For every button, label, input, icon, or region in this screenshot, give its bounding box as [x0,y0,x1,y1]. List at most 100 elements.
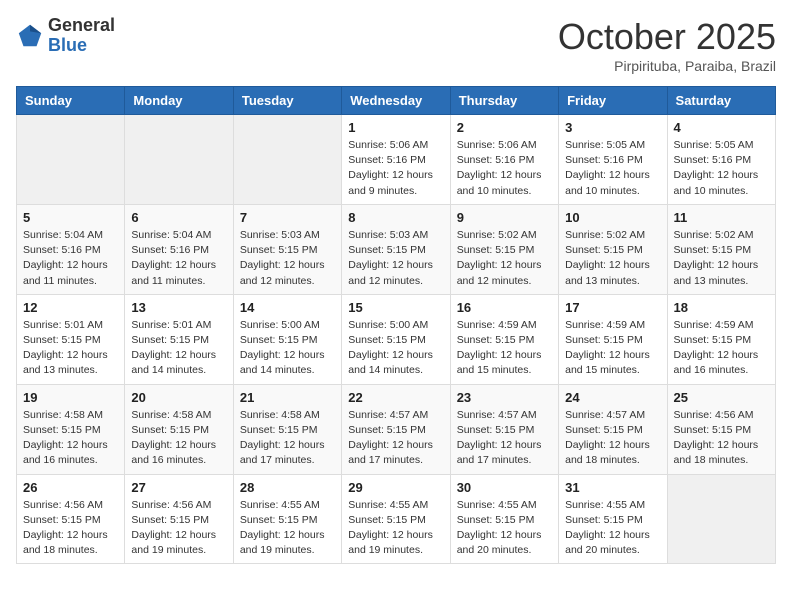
calendar-cell: 3 Sunrise: 5:05 AM Sunset: 5:16 PM Daylig… [559,115,667,205]
calendar-cell: 6 Sunrise: 5:04 AM Sunset: 5:16 PM Daylig… [125,204,233,294]
day-info: Sunrise: 4:59 AM Sunset: 5:15 PM Dayligh… [457,318,552,379]
day-number: 27 [131,480,226,495]
day-number: 5 [23,210,118,225]
day-number: 3 [565,120,660,135]
day-info: Sunrise: 4:57 AM Sunset: 5:15 PM Dayligh… [565,408,660,469]
day-number: 12 [23,300,118,315]
calendar-cell: 15Sunrise: 5:00 AM Sunset: 5:15 PM Dayli… [342,294,450,384]
weekday-header-friday: Friday [559,87,667,115]
calendar-cell: 27 Sunrise: 4:56 AM Sunset: 5:15 PM Dayli… [125,474,233,564]
day-number: 19 [23,390,118,405]
calendar-cell: 28 Sunrise: 4:55 AM Sunset: 5:15 PM Dayli… [233,474,341,564]
day-number: 2 [457,120,552,135]
day-number: 15 [348,300,443,315]
calendar-cell: 8 Sunrise: 5:03 AM Sunset: 5:15 PM Daylig… [342,204,450,294]
calendar-cell: 2 Sunrise: 5:06 AM Sunset: 5:16 PM Daylig… [450,115,558,205]
calendar-cell: 29Sunrise: 4:55 AM Sunset: 5:15 PM Dayli… [342,474,450,564]
calendar-cell: 31 Sunrise: 4:55 AM Sunset: 5:15 PM Dayli… [559,474,667,564]
weekday-header-monday: Monday [125,87,233,115]
weekday-header-wednesday: Wednesday [342,87,450,115]
day-number: 11 [674,210,769,225]
weekday-header-row: SundayMondayTuesdayWednesdayThursdayFrid… [17,87,776,115]
day-number: 24 [565,390,660,405]
day-info: Sunrise: 5:01 AM Sunset: 5:15 PM Dayligh… [131,318,226,379]
day-info: Sunrise: 4:59 AM Sunset: 5:15 PM Dayligh… [674,318,769,379]
day-number: 17 [565,300,660,315]
calendar-cell: 13 Sunrise: 5:01 AM Sunset: 5:15 PM Dayli… [125,294,233,384]
day-number: 6 [131,210,226,225]
day-number: 14 [240,300,335,315]
location-subtitle: Pirpirituba, Paraiba, Brazil [558,58,776,74]
calendar-cell [667,474,775,564]
calendar-cell: 30 Sunrise: 4:55 AM Sunset: 5:15 PM Dayli… [450,474,558,564]
calendar-cell: 24 Sunrise: 4:57 AM Sunset: 5:15 PM Dayli… [559,384,667,474]
day-number: 13 [131,300,226,315]
day-info: Sunrise: 5:06 AM Sunset: 5:16 PM Dayligh… [348,138,443,199]
calendar-cell: 22Sunrise: 4:57 AM Sunset: 5:15 PM Dayli… [342,384,450,474]
calendar-cell [233,115,341,205]
day-info: Sunrise: 5:03 AM Sunset: 5:15 PM Dayligh… [348,228,443,289]
page-header: General Blue October 2025 Pirpirituba, P… [16,16,776,74]
day-number: 4 [674,120,769,135]
day-number: 21 [240,390,335,405]
calendar-cell [17,115,125,205]
day-number: 23 [457,390,552,405]
day-number: 8 [348,210,443,225]
day-number: 25 [674,390,769,405]
day-info: Sunrise: 4:59 AM Sunset: 5:15 PM Dayligh… [565,318,660,379]
day-info: Sunrise: 4:55 AM Sunset: 5:15 PM Dayligh… [565,498,660,559]
calendar-cell: 26 Sunrise: 4:56 AM Sunset: 5:15 PM Dayli… [17,474,125,564]
day-number: 29 [348,480,443,495]
day-info: Sunrise: 4:58 AM Sunset: 5:15 PM Dayligh… [23,408,118,469]
calendar-week-1: 1Sunrise: 5:06 AM Sunset: 5:16 PM Daylig… [17,115,776,205]
calendar-cell: 10 Sunrise: 5:02 AM Sunset: 5:15 PM Dayli… [559,204,667,294]
day-info: Sunrise: 4:55 AM Sunset: 5:15 PM Dayligh… [240,498,335,559]
calendar-cell: 14 Sunrise: 5:00 AM Sunset: 5:15 PM Dayli… [233,294,341,384]
day-number: 26 [23,480,118,495]
weekday-header-saturday: Saturday [667,87,775,115]
calendar-cell: 25 Sunrise: 4:56 AM Sunset: 5:15 PM Dayli… [667,384,775,474]
day-info: Sunrise: 4:58 AM Sunset: 5:15 PM Dayligh… [240,408,335,469]
logo-general-text: General [48,15,115,35]
day-info: Sunrise: 5:01 AM Sunset: 5:15 PM Dayligh… [23,318,118,379]
day-info: Sunrise: 5:00 AM Sunset: 5:15 PM Dayligh… [240,318,335,379]
calendar-cell: 5Sunrise: 5:04 AM Sunset: 5:16 PM Daylig… [17,204,125,294]
day-info: Sunrise: 5:02 AM Sunset: 5:15 PM Dayligh… [565,228,660,289]
day-info: Sunrise: 4:56 AM Sunset: 5:15 PM Dayligh… [131,498,226,559]
day-info: Sunrise: 4:58 AM Sunset: 5:15 PM Dayligh… [131,408,226,469]
weekday-header-thursday: Thursday [450,87,558,115]
calendar-cell [125,115,233,205]
day-number: 10 [565,210,660,225]
calendar-cell: 16Sunrise: 4:59 AM Sunset: 5:15 PM Dayli… [450,294,558,384]
calendar-cell: 1Sunrise: 5:06 AM Sunset: 5:16 PM Daylig… [342,115,450,205]
day-info: Sunrise: 4:56 AM Sunset: 5:15 PM Dayligh… [674,408,769,469]
calendar-cell: 4Sunrise: 5:05 AM Sunset: 5:16 PM Daylig… [667,115,775,205]
calendar-cell: 20Sunrise: 4:58 AM Sunset: 5:15 PM Dayli… [125,384,233,474]
logo-icon [16,22,44,50]
day-info: Sunrise: 5:04 AM Sunset: 5:16 PM Dayligh… [131,228,226,289]
calendar-week-5: 26 Sunrise: 4:56 AM Sunset: 5:15 PM Dayli… [17,474,776,564]
day-info: Sunrise: 5:02 AM Sunset: 5:15 PM Dayligh… [674,228,769,289]
day-info: Sunrise: 5:03 AM Sunset: 5:15 PM Dayligh… [240,228,335,289]
day-number: 28 [240,480,335,495]
day-info: Sunrise: 4:56 AM Sunset: 5:15 PM Dayligh… [23,498,118,559]
calendar-week-3: 12 Sunrise: 5:01 AM Sunset: 5:15 PM Dayli… [17,294,776,384]
day-number: 31 [565,480,660,495]
day-number: 7 [240,210,335,225]
calendar-cell: 23Sunrise: 4:57 AM Sunset: 5:15 PM Dayli… [450,384,558,474]
day-number: 30 [457,480,552,495]
day-info: Sunrise: 5:06 AM Sunset: 5:16 PM Dayligh… [457,138,552,199]
title-block: October 2025 Pirpirituba, Paraiba, Brazi… [558,16,776,74]
calendar-cell: 21 Sunrise: 4:58 AM Sunset: 5:15 PM Dayli… [233,384,341,474]
day-info: Sunrise: 4:55 AM Sunset: 5:15 PM Dayligh… [457,498,552,559]
weekday-header-tuesday: Tuesday [233,87,341,115]
calendar-week-4: 19 Sunrise: 4:58 AM Sunset: 5:15 PM Dayli… [17,384,776,474]
day-number: 22 [348,390,443,405]
calendar-cell: 18Sunrise: 4:59 AM Sunset: 5:15 PM Dayli… [667,294,775,384]
logo-blue-text: Blue [48,35,87,55]
day-info: Sunrise: 5:05 AM Sunset: 5:16 PM Dayligh… [565,138,660,199]
calendar-cell: 7 Sunrise: 5:03 AM Sunset: 5:15 PM Daylig… [233,204,341,294]
month-title: October 2025 [558,16,776,58]
calendar-cell: 19 Sunrise: 4:58 AM Sunset: 5:15 PM Dayli… [17,384,125,474]
calendar-week-2: 5 Sunrise: 5:04 AM Sunset: 5:16 PM Daylig… [17,204,776,294]
